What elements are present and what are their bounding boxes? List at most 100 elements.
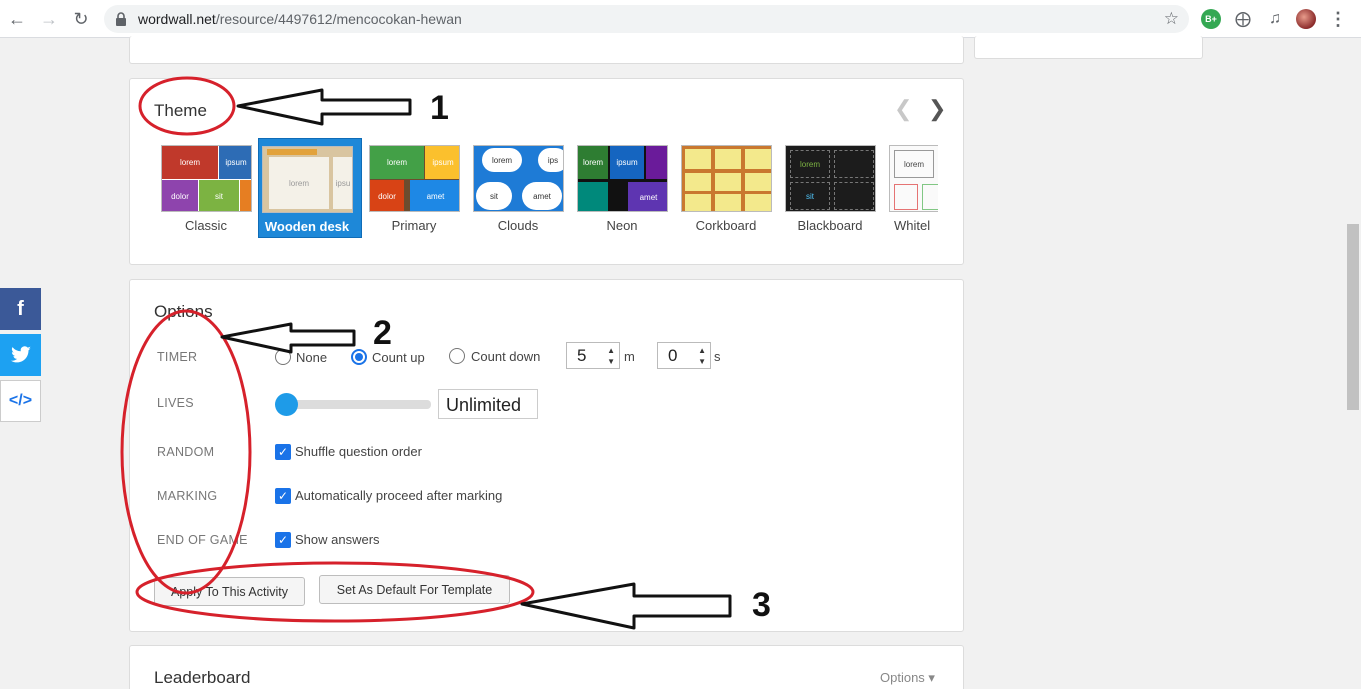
stepper-arrows-icon[interactable]: ▲ ▼ (698, 345, 706, 367)
thumb-block (745, 173, 771, 191)
facebook-icon: f (17, 297, 24, 320)
thumb-word: ipsum (219, 146, 251, 179)
show-answers-checkbox[interactable]: ✓ (275, 532, 291, 548)
thumb-block (715, 149, 741, 169)
timer-count-up-radio[interactable] (351, 349, 367, 365)
theme-title: Theme (154, 101, 207, 120)
thumb-word: amet (628, 182, 667, 211)
back-icon[interactable]: ← (5, 7, 29, 31)
theme-tile-corkboard[interactable]: Corkboard (678, 138, 782, 238)
auto-proceed-checkbox[interactable]: ✓ (275, 488, 291, 504)
theme-thumb-blackboard: lorem sit (785, 145, 876, 212)
theme-tiles: lorem ipsum dolor sit Classic lorem ipsu… (158, 138, 938, 238)
profile-avatar[interactable] (1296, 9, 1316, 29)
timer-minutes-value: 5 (577, 346, 587, 365)
thumb-word: dolor (370, 180, 404, 211)
timer-none-label[interactable]: None (296, 350, 327, 365)
thumb-block (922, 184, 938, 210)
chevron-left-icon[interactable]: ❮ (894, 96, 912, 122)
thumb-word: sit (199, 180, 239, 211)
right-sidebar-panel (974, 36, 1203, 59)
lives-label: LIVES (157, 396, 194, 410)
timer-none-radio[interactable] (275, 349, 291, 365)
twitter-share-button[interactable] (0, 334, 41, 376)
auto-proceed-label[interactable]: Automatically proceed after marking (295, 488, 502, 503)
shuffle-label[interactable]: Shuffle question order (295, 444, 422, 459)
url-path: /resource/4497612/mencocokan-hewan (215, 11, 462, 27)
theme-tile-neon[interactable]: lorem ipsum amet Neon (574, 138, 678, 238)
theme-tile-wooden-desk[interactable]: lorem ipsu Wooden desk (258, 138, 362, 238)
lock-icon (116, 12, 126, 26)
thumb-block (240, 180, 251, 211)
thumb-word: ipsu (333, 157, 352, 209)
theme-tile-label: Neon (606, 218, 638, 233)
timer-minutes-stepper[interactable]: 5 ▲ ▼ (566, 342, 620, 369)
forward-icon[interactable]: → (37, 7, 61, 31)
options-title: Options (154, 302, 213, 321)
browser-menu-icon[interactable]: ⋮ (1328, 9, 1348, 29)
thumb-block (267, 149, 317, 155)
theme-tile-label: Whitel (894, 218, 931, 233)
thumb-word: sit (476, 182, 512, 210)
thumb-word: lorem (370, 146, 424, 179)
theme-tile-clouds[interactable]: lorem ips sit amet Clouds (470, 138, 574, 238)
leaderboard-options-link[interactable]: Options ▾ (880, 670, 935, 686)
timer-count-down-radio[interactable] (449, 348, 465, 364)
theme-tile-blackboard[interactable]: lorem sit Blackboard (782, 138, 886, 238)
browser-toolbar: ← → ↻ wordwall.net/resource/4497612/menc… (0, 0, 1361, 38)
facebook-share-button[interactable]: f (0, 288, 41, 330)
twitter-icon (10, 346, 31, 363)
thumb-word: lorem (894, 150, 934, 178)
thumb-block (834, 150, 874, 178)
theme-tile-label: Wooden desk (264, 219, 350, 234)
theme-tile-primary[interactable]: lorem ipsum dolor amet Primary (366, 138, 470, 238)
thumb-block (715, 173, 741, 191)
thumb-block (685, 173, 711, 191)
lives-value: Unlimited (446, 395, 522, 415)
minutes-unit: m (624, 349, 635, 364)
thumb-word: ipsum (425, 146, 459, 179)
annotation-number-1: 1 (430, 89, 449, 127)
reload-icon[interactable]: ↻ (69, 7, 93, 31)
media-control-icon[interactable]: ♫ (1265, 9, 1285, 29)
thumb-block (646, 146, 667, 179)
timer-seconds-stepper[interactable]: 0 ▲ ▼ (657, 342, 711, 369)
theme-tile-label: Classic (185, 218, 227, 233)
bookmark-star-icon[interactable]: ☆ (1164, 9, 1179, 29)
set-default-template-button[interactable]: Set As Default For Template (319, 575, 510, 604)
extension-badge-icon[interactable]: B+ (1201, 9, 1221, 29)
show-answers-label[interactable]: Show answers (295, 532, 380, 547)
leaderboard-panel (129, 645, 964, 689)
theme-thumb-clouds: lorem ips sit amet (473, 145, 564, 212)
thumb-word: amet (522, 182, 562, 210)
thumb-block (894, 184, 918, 210)
theme-thumb-whiteboard: lorem (889, 145, 938, 212)
chevron-right-icon[interactable]: ❯ (928, 96, 946, 122)
theme-thumb-corkboard (681, 145, 772, 212)
lives-value-box: Unlimited (438, 389, 538, 419)
thumb-block (745, 194, 771, 211)
lives-slider-track[interactable] (282, 400, 431, 409)
theme-tile-classic[interactable]: lorem ipsum dolor sit Classic (158, 138, 262, 238)
theme-tile-whiteboard[interactable]: lorem Whitel (886, 138, 938, 238)
timer-seconds-value: 0 (668, 346, 678, 365)
url-host: wordwall.net (138, 11, 216, 27)
theme-tile-label: Clouds (497, 218, 539, 233)
theme-tile-label: Corkboard (695, 218, 757, 233)
annotation-number-3: 3 (752, 586, 771, 624)
leaderboard-title: Leaderboard (154, 668, 251, 687)
page-scrollbar-thumb[interactable] (1347, 224, 1359, 410)
thumb-word: sit (790, 182, 830, 210)
embed-share-button[interactable]: </> (0, 380, 41, 422)
stepper-arrows-icon[interactable]: ▲ ▼ (607, 345, 615, 367)
lives-slider-handle[interactable] (275, 393, 298, 416)
apply-to-activity-button[interactable]: Apply To This Activity (154, 577, 305, 606)
theme-tile-label: Primary (391, 218, 437, 233)
extensions-puzzle-icon[interactable]: ⨁ (1233, 9, 1253, 29)
thumb-word: lorem (578, 146, 608, 179)
timer-count-down-label[interactable]: Count down (471, 349, 540, 364)
thumb-block (834, 182, 874, 210)
address-bar[interactable]: wordwall.net/resource/4497612/mencocokan… (104, 5, 1189, 33)
shuffle-checkbox[interactable]: ✓ (275, 444, 291, 460)
thumb-block (715, 194, 741, 211)
